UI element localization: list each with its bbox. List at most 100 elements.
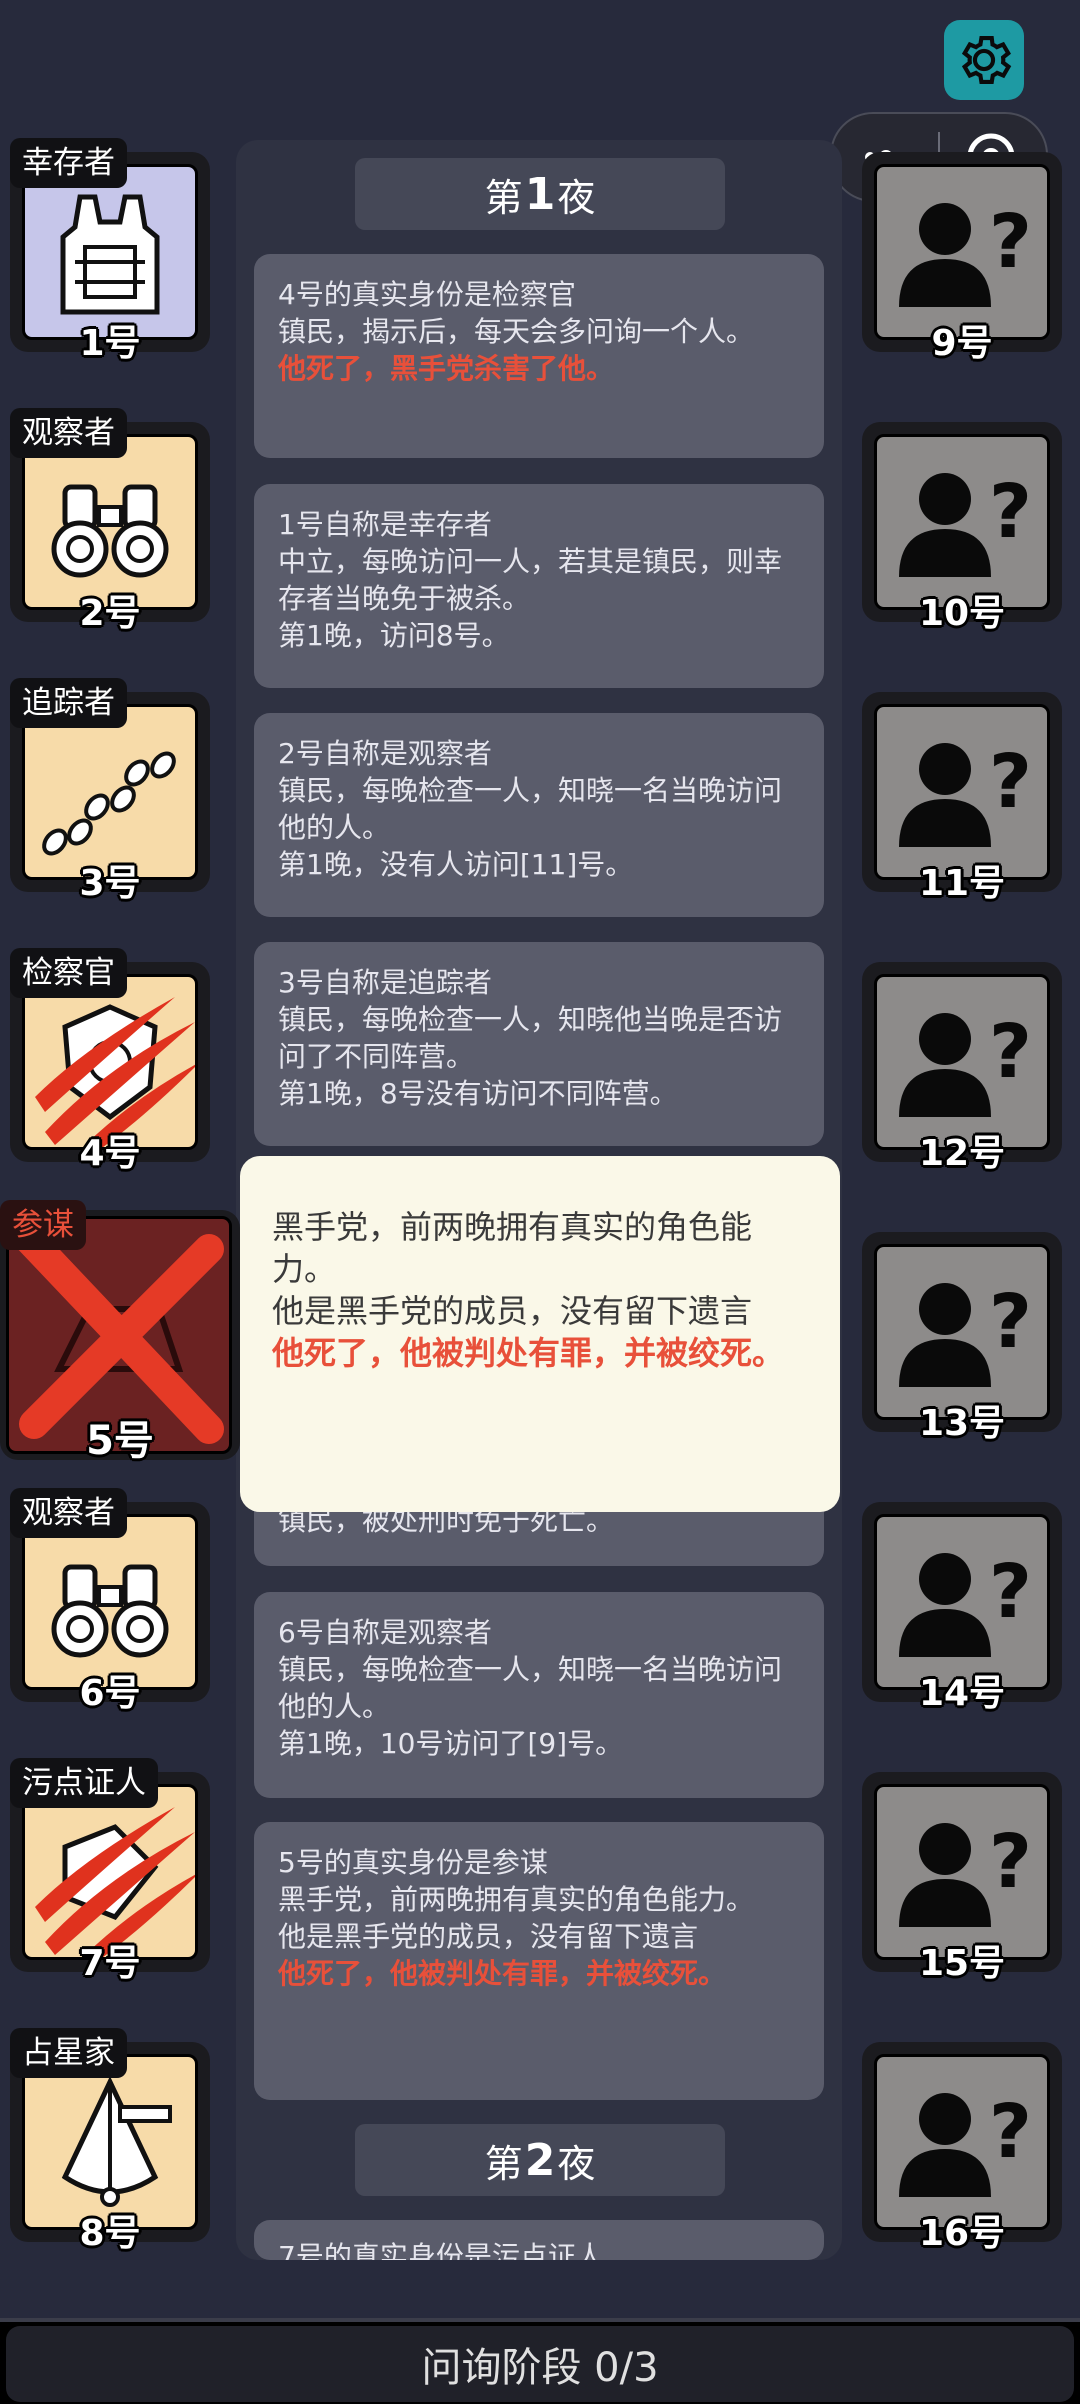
phase-label: 问询阶段 0/3: [6, 2326, 1074, 2402]
svg-text:?: ?: [989, 199, 1032, 285]
unknown-person-icon: ?: [899, 2089, 1032, 2197]
player-number: 15号: [918, 1943, 1006, 1984]
night-number: 2: [524, 2134, 556, 2186]
message-line: 5号的真实身份是参谋: [278, 1846, 548, 1879]
svg-text:?: ?: [989, 1819, 1032, 1905]
message-line: 中立，每晚访问一人，若其是镇民，则幸存者当晚免于被杀。: [278, 545, 783, 615]
unknown-person-icon: ?: [899, 1819, 1032, 1927]
night-suffix: 夜: [557, 175, 596, 220]
player-card-11[interactable]: ? 11号: [862, 692, 1062, 904]
binoculars-icon: [51, 1564, 169, 1658]
player-card-3[interactable]: 追踪者 3号: [10, 678, 210, 904]
message-line: 4号的真实身份是检察官: [278, 278, 576, 311]
player-card-9[interactable]: ? 9号: [862, 152, 1062, 364]
unknown-person-icon: ?: [899, 739, 1032, 847]
player-number: 16号: [918, 2213, 1006, 2254]
unknown-person-icon: ?: [899, 469, 1032, 577]
player-number: 3号: [79, 863, 141, 904]
player-number: 2号: [79, 593, 141, 634]
vest-icon: [60, 194, 160, 315]
player-card-6[interactable]: 观察者 6号: [10, 1488, 210, 1714]
svg-text:?: ?: [989, 1279, 1032, 1365]
message-line: 2号自称是观察者: [278, 737, 492, 770]
svg-text:?: ?: [989, 1549, 1032, 1635]
message-line: 3号自称是追踪者: [278, 966, 492, 999]
player-number: 5号: [86, 1418, 154, 1464]
player-number: 7号: [79, 1943, 141, 1984]
message-line: 黑手党，前两晚拥有真实的角色能力。: [278, 1883, 755, 1916]
log-message: 3号自称是追踪者 镇民，每晚检查一人，知晓他当晚是否访问了不同阵营。 第1晚，8…: [254, 942, 824, 1146]
night-suffix: 夜: [557, 2141, 596, 2186]
role-tag: 检察官: [10, 948, 127, 998]
message-line: 镇民，每晚检查一人，知晓一名当晚访问他的人。: [278, 1653, 783, 1723]
popup-line: 他是黑手党的成员，没有留下遗言: [272, 1292, 753, 1330]
player-number: 1号: [79, 323, 141, 364]
player-number: 9号: [931, 323, 993, 364]
message-line: 镇民，揭示后，每天会多问询一个人。: [278, 315, 755, 348]
unknown-person-icon: ?: [899, 1549, 1032, 1657]
sextant-icon: [61, 2076, 172, 2207]
player-card-2[interactable]: 观察者 2号: [10, 408, 210, 634]
role-tag: 占星家: [10, 2028, 127, 2078]
svg-text:?: ?: [989, 739, 1032, 825]
player-card-13[interactable]: ? 13号: [862, 1232, 1062, 1444]
role-tag: 污点证人: [10, 1758, 158, 1808]
player-number: 4号: [79, 1133, 141, 1174]
message-line: 他是黑手党的成员，没有留下遗言: [278, 1920, 699, 1953]
svg-text:?: ?: [989, 469, 1032, 555]
night-header: 第2夜: [355, 2124, 725, 2196]
death-notice: 他死了，他被判处有罪，并被绞死。: [278, 1957, 727, 1990]
player-number: 10号: [918, 593, 1006, 634]
player-number: 11号: [918, 863, 1006, 904]
message-line: 6号自称是观察者: [278, 1616, 492, 1649]
player-number: 8号: [79, 2213, 141, 2254]
role-info-popup[interactable]: 黑手党，前两晚拥有真实的角色能力。 他是黑手党的成员，没有留下遗言 他死了，他被…: [240, 1156, 840, 1512]
night-prefix: 第: [484, 175, 523, 220]
settings-button[interactable]: [944, 20, 1024, 100]
log-message: 6号自称是观察者 镇民，每晚检查一人，知晓一名当晚访问他的人。 第1晚，10号访…: [254, 1592, 824, 1798]
player-card-10[interactable]: ? 10号: [862, 422, 1062, 634]
player-card-14[interactable]: ? 14号: [862, 1502, 1062, 1714]
unknown-person-icon: ?: [899, 1279, 1032, 1387]
night-header: 第1夜: [355, 158, 725, 230]
player-number: 12号: [918, 1133, 1006, 1174]
player-number: 6号: [79, 1673, 141, 1714]
log-message: 1号自称是幸存者 中立，每晚访问一人，若其是镇民，则幸存者当晚免于被杀。 第1晚…: [254, 484, 824, 688]
message-line: 镇民，每晚检查一人，知晓他当晚是否访问了不同阵营。: [278, 1003, 783, 1073]
player-number: 13号: [918, 1403, 1006, 1444]
player-card-8[interactable]: 占星家 8号: [10, 2028, 210, 2254]
message-line: 1号自称是幸存者: [278, 508, 492, 541]
svg-text:?: ?: [989, 2089, 1032, 2175]
player-card-4[interactable]: 检察官 4号: [10, 948, 210, 1174]
popup-death-notice: 他死了，他被判处有罪，并被绞死。: [272, 1334, 785, 1372]
log-message: 7号的真实身份是污点证人: [254, 2220, 824, 2260]
role-tag: 观察者: [10, 1488, 127, 1538]
player-card-7[interactable]: 污点证人 7号: [10, 1758, 210, 1984]
player-card-1[interactable]: 幸存者 1号: [10, 138, 210, 364]
svg-text:?: ?: [989, 1009, 1032, 1095]
binoculars-icon: [51, 484, 169, 578]
log-message: 5号的真实身份是参谋 黑手党，前两晚拥有真实的角色能力。 他是黑手党的成员，没有…: [254, 1822, 824, 2100]
night-prefix: 第: [484, 2141, 523, 2186]
message-line: 7号的真实身份是污点证人: [278, 2240, 604, 2260]
footprints-icon: [42, 751, 176, 856]
player-card-15[interactable]: ? 15号: [862, 1772, 1062, 1984]
message-line: 第1晚，10号访问了[9]号。: [278, 1727, 624, 1760]
player-card-12[interactable]: ? 12号: [862, 962, 1062, 1174]
unknown-person-icon: ?: [899, 1009, 1032, 1117]
gear-icon: [961, 35, 1012, 85]
log-message: 2号自称是观察者 镇民，每晚检查一人，知晓一名当晚访问他的人。 第1晚，没有人访…: [254, 713, 824, 917]
role-tag: 追踪者: [10, 678, 127, 728]
player-number: 14号: [918, 1673, 1006, 1714]
message-line: 第1晚，访问8号。: [278, 619, 510, 652]
death-notice: 他死了，黑手党杀害了他。: [278, 352, 615, 385]
player-card-5[interactable]: 参谋 5号: [0, 1200, 240, 1464]
phase-bar: 问询阶段 0/3: [0, 2318, 1080, 2404]
night-number: 1: [524, 168, 556, 220]
player-card-16[interactable]: ? 16号: [862, 2042, 1062, 2254]
message-line: 第1晚，8号没有访问不同阵营。: [278, 1077, 678, 1110]
message-line: 第1晚，没有人访问[11]号。: [278, 848, 634, 881]
role-tag: 幸存者: [10, 138, 127, 188]
unknown-person-icon: ?: [899, 199, 1032, 307]
popup-line: 黑手党，前两晚拥有真实的角色能力。: [272, 1208, 753, 1288]
